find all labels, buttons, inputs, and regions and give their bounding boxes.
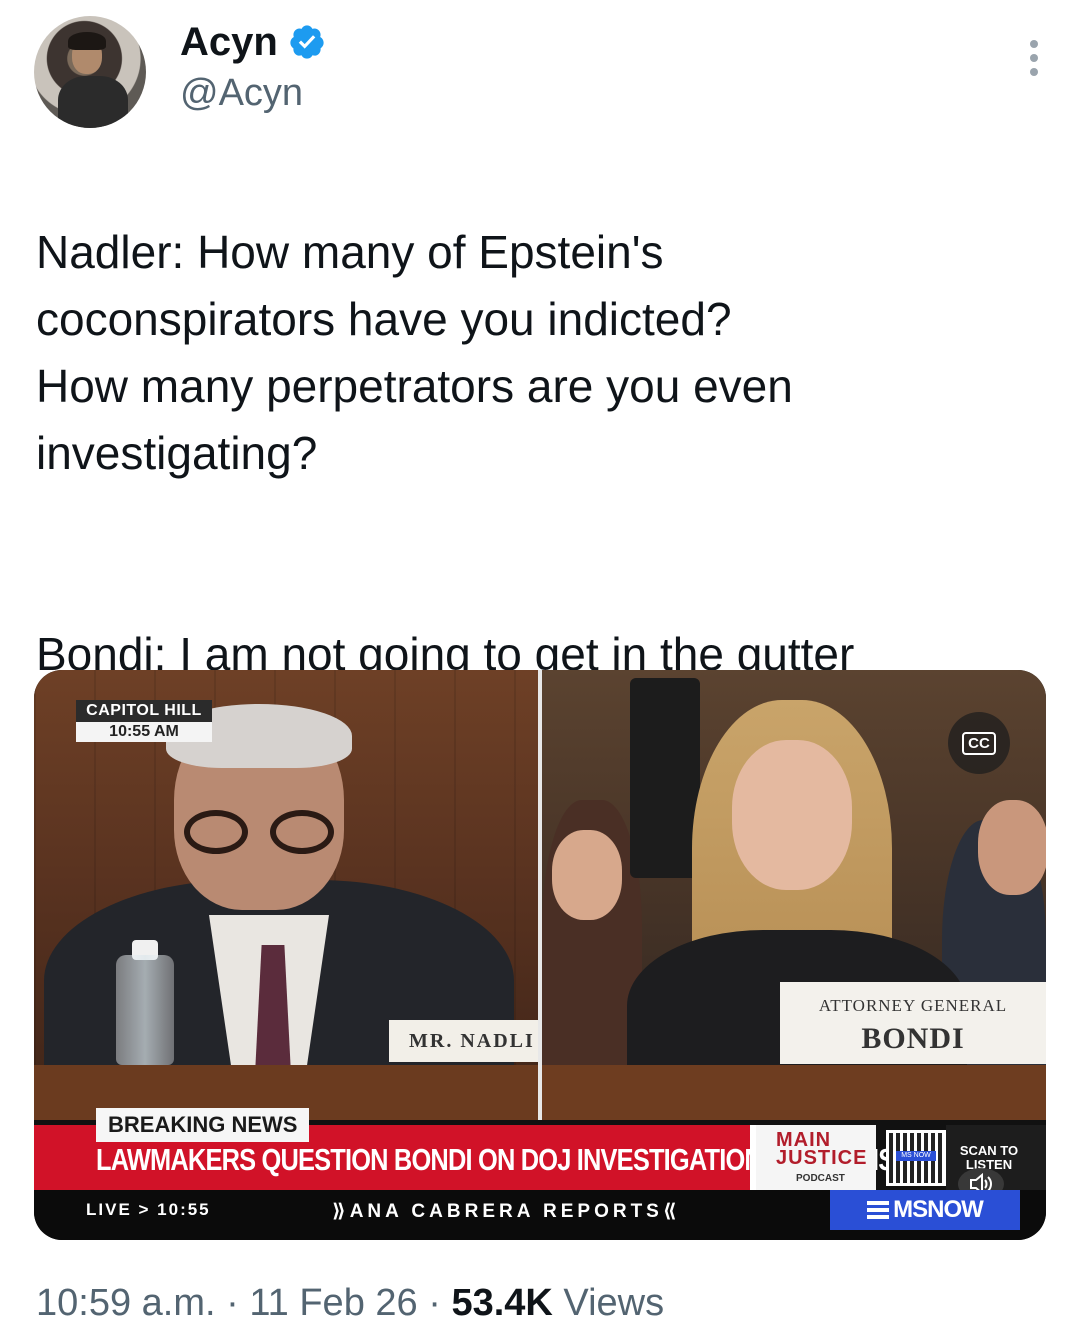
nameplate-nadler: MR. NADLI (389, 1020, 539, 1062)
water-bottle (116, 955, 174, 1065)
promo-title-line2: JUSTICE (776, 1147, 868, 1169)
live-indicator: LIVE > 10:55 (86, 1200, 211, 1219)
location-time: 10:55 AM (76, 722, 212, 742)
views-count[interactable]: 53.4K (451, 1282, 552, 1324)
location-tag: CAPITOL HILL 10:55 AM (76, 700, 212, 742)
video-media[interactable]: MR. NADLI CAPITOL HILL 10:55 AM ATTORNEY… (34, 670, 1046, 1240)
breaking-news-label: BREAKING NEWS (96, 1108, 310, 1142)
verified-badge-icon (290, 25, 324, 59)
promo-subtitle: PODCAST (796, 1173, 845, 1184)
dot (1030, 40, 1038, 48)
staffer-face (978, 800, 1046, 895)
location-label: CAPITOL HILL (76, 700, 212, 722)
tweet-time[interactable]: 10:59 a.m. (36, 1282, 216, 1324)
tweet-paragraph-nadler: Nadler: How many of Epstein's coconspira… (36, 226, 793, 479)
separator: · (226, 1282, 239, 1324)
display-name[interactable]: Acyn (180, 20, 278, 65)
avatar[interactable] (34, 16, 146, 128)
handle[interactable]: @Acyn (180, 72, 326, 115)
author-info: Acyn @Acyn (180, 18, 326, 115)
closed-captions-icon[interactable]: CC (948, 712, 1010, 774)
glasses-lens-left (184, 810, 248, 854)
dot (1030, 54, 1038, 62)
network-logo: MSNOW (830, 1190, 1020, 1230)
bondi-face (732, 740, 852, 890)
cc-label: CC (962, 731, 996, 755)
views-label: Views (563, 1282, 665, 1324)
glasses-lens-right (270, 810, 334, 854)
glasses (184, 810, 344, 856)
qr-badge: MS NOW (896, 1151, 936, 1161)
avatar-shirt (58, 76, 128, 128)
promo-title: MAIN JUSTICE (776, 1130, 868, 1169)
show-name: ⟫ANA CABRERA REPORTS⟪ (332, 1201, 681, 1222)
network-name: MSNOW (893, 1196, 984, 1223)
name-row: Acyn (180, 18, 326, 66)
nameplate-bondi: ATTORNEY GENERAL BONDI (780, 982, 1046, 1064)
camera (630, 678, 700, 878)
headline-text: LAWMAKERS QUESTION BONDI ON DOJ INVESTIG… (96, 1142, 895, 1177)
separator: · (428, 1282, 441, 1324)
tweet-header: Acyn @Acyn (34, 16, 1046, 131)
avatar-hair (68, 32, 106, 50)
nameplate-title: ATTORNEY GENERAL (818, 996, 1008, 1015)
desk-right (542, 1065, 1046, 1120)
network-mark-icon (867, 1201, 890, 1219)
dot (1030, 68, 1038, 76)
right-video-panel: ATTORNEY GENERAL BONDI CC (542, 670, 1046, 1120)
scan-text: SCAN TO LISTEN (959, 1143, 1019, 1172)
aide-face (552, 830, 622, 920)
podcast-promo: MAIN JUSTICE PODCAST (756, 1125, 876, 1190)
more-dots-icon[interactable] (1028, 40, 1040, 76)
left-video-panel: MR. NADLI CAPITOL HILL 10:55 AM (34, 670, 539, 1120)
tweet-meta: 10:59 a.m. · 11 Feb 26 · 53.4K Views (36, 1282, 664, 1325)
nameplate-name: BONDI (861, 1022, 965, 1055)
tweet-date[interactable]: 11 Feb 26 (249, 1282, 417, 1324)
